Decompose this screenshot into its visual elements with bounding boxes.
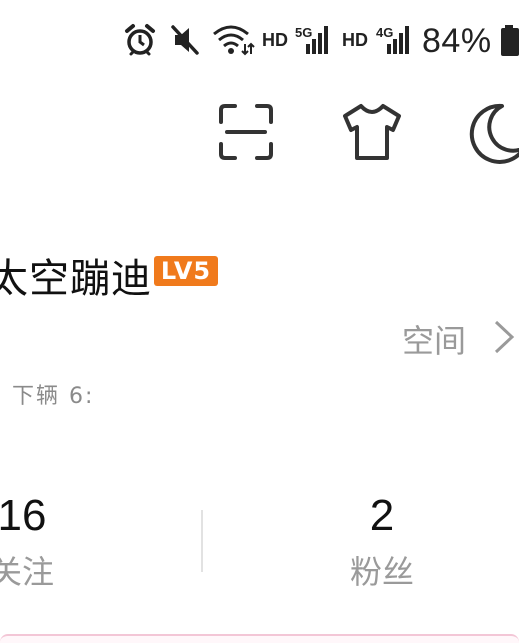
following-count: 16 [0,491,47,540]
fans-stat[interactable]: 2 粉丝 [322,490,442,592]
chevron-right-icon [494,320,515,354]
profile-signature: 下辆 6: [12,384,95,409]
battery-icon [501,25,519,56]
following-stat[interactable]: 16 关注 [0,490,84,592]
profile-screen: HD 5G HD 4G 84% 太空蹦迪 LV5 空间 下辆 6: 16 关注 … [0,0,519,643]
fans-count: 2 [369,491,395,540]
signal-5g-icon [306,26,328,54]
space-link-label: 空间 [402,322,467,360]
mute-icon [171,25,199,55]
night-mode-icon[interactable] [462,100,519,166]
alarm-icon [125,24,155,56]
theme-shirt-icon[interactable] [339,100,405,166]
hd-label: HD [262,30,288,50]
profile-name[interactable]: 太空蹦迪 [0,246,152,304]
stats-divider [201,510,203,572]
level-badge: LV5 [154,256,218,286]
signal-4g-icon [387,26,409,54]
status-bar: HD 5G HD 4G 84% [0,0,519,78]
battery-percent: 84% [422,22,492,60]
next-card-edge [0,634,519,643]
space-link[interactable]: 空间 [402,316,519,360]
hd-label-2: HD [342,30,368,50]
following-label: 关注 [0,553,54,591]
scan-icon[interactable] [213,100,279,166]
fans-label: 粉丝 [349,553,414,591]
wifi-icon [213,25,255,56]
